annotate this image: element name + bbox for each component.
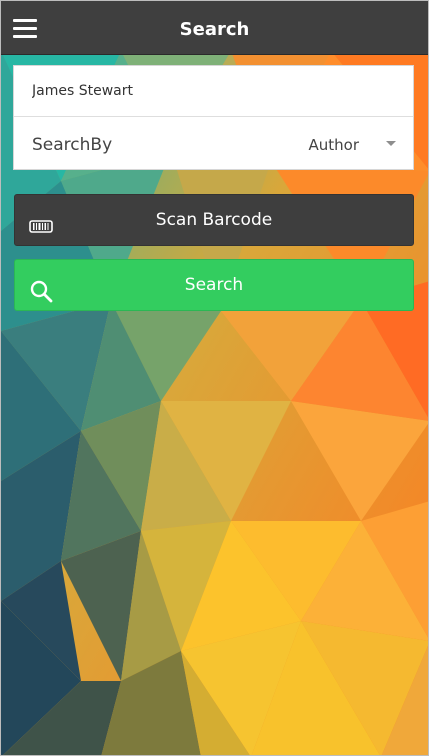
barcode-icon [29,208,53,233]
scan-barcode-label: Scan Barcode [155,210,273,230]
chevron-down-icon [386,141,396,146]
search-name-input[interactable] [14,66,413,117]
searchby-selected-value: Author [308,136,359,154]
search-button[interactable]: Search [14,259,414,311]
searchby-select[interactable]: SearchBy Author [14,117,413,169]
search-icon [29,273,53,303]
page-title: Search [179,19,250,40]
search-button-label: Search [184,275,244,295]
scan-barcode-button[interactable]: Scan Barcode [14,194,414,246]
top-app-bar: Search [1,1,428,55]
app-screen: Search SearchBy Author Scan Barcode [0,0,429,756]
search-form-card: SearchBy Author [13,65,414,170]
searchby-label: SearchBy [32,135,113,155]
